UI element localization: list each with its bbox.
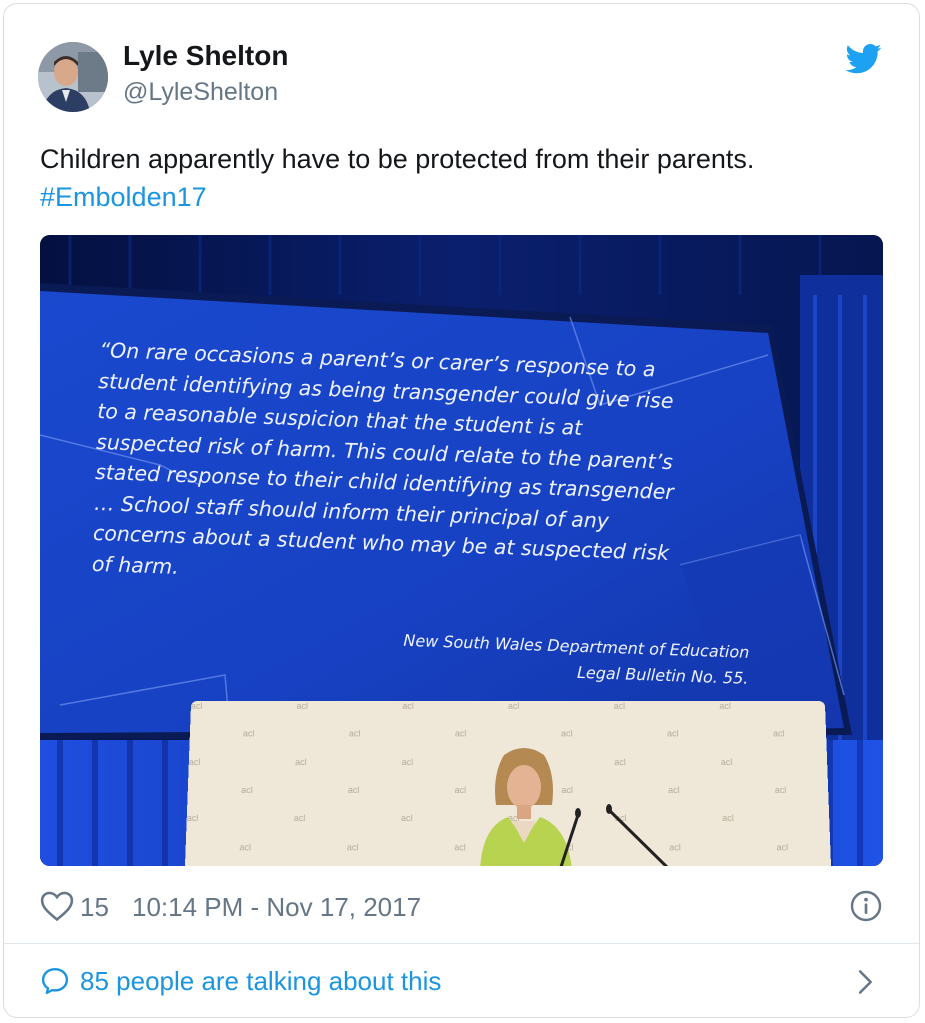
logo-mark: acl	[772, 728, 785, 739]
speech-bubble-icon	[41, 967, 69, 995]
conversation-link[interactable]: 85 people are talking about this	[40, 962, 883, 1002]
logo-mark: acl	[613, 701, 626, 711]
logo-mark: acl	[293, 813, 306, 824]
logo-mark: acl	[242, 728, 255, 739]
logo-mark: acl	[720, 756, 733, 767]
logo-mark: acl	[188, 756, 201, 767]
logo-mark: acl	[239, 841, 252, 853]
author-handle[interactable]: @LyleShelton	[123, 78, 278, 107]
heart-icon[interactable]	[40, 890, 74, 922]
author-name[interactable]: Lyle Shelton	[123, 40, 288, 72]
tweet-photo[interactable]: “On rare occasions a parent’s or carer’s…	[40, 235, 883, 866]
logo-mark: acl	[401, 756, 414, 767]
logo-mark: acl	[346, 841, 359, 853]
logo-mark: acl	[347, 785, 360, 795]
logo-mark: acl	[774, 785, 787, 795]
logo-mark: acl	[241, 785, 253, 795]
hashtag-link[interactable]: #Embolden17	[40, 178, 880, 216]
logo-mark: acl	[402, 701, 414, 711]
tweet-meta: 15 10:14 PM - Nov 17, 2017	[40, 888, 883, 928]
tweet-body: Children apparently have to be protected…	[40, 144, 755, 174]
divider	[4, 943, 919, 944]
tweet-text: Children apparently have to be protected…	[40, 140, 880, 216]
logo-mark: acl	[186, 813, 199, 824]
info-icon[interactable]	[850, 890, 882, 922]
logo-mark: acl	[507, 701, 520, 711]
avatar[interactable]	[38, 42, 108, 112]
twitter-bird-icon[interactable]	[846, 44, 882, 74]
chevron-right-icon[interactable]	[854, 968, 878, 996]
logo-mark: acl	[295, 756, 307, 767]
talking-about-text: 85 people are talking about this	[80, 966, 442, 996]
logo-mark: acl	[348, 728, 361, 739]
avatar-photo	[38, 42, 108, 112]
logo-mark: acl	[719, 701, 731, 711]
logo-mark: acl	[722, 813, 734, 824]
slide-text: “On rare occasions a parent’s or carer’s…	[88, 335, 759, 692]
like-count[interactable]: 15	[80, 892, 109, 923]
logo-mark: acl	[296, 701, 309, 711]
speaker-figure	[480, 748, 669, 866]
tweet-timestamp[interactable]: 10:14 PM - Nov 17, 2017	[132, 892, 421, 923]
logo-mark: acl	[776, 841, 789, 853]
logo-mark: acl	[190, 701, 203, 711]
logo-mark: acl	[400, 813, 413, 824]
